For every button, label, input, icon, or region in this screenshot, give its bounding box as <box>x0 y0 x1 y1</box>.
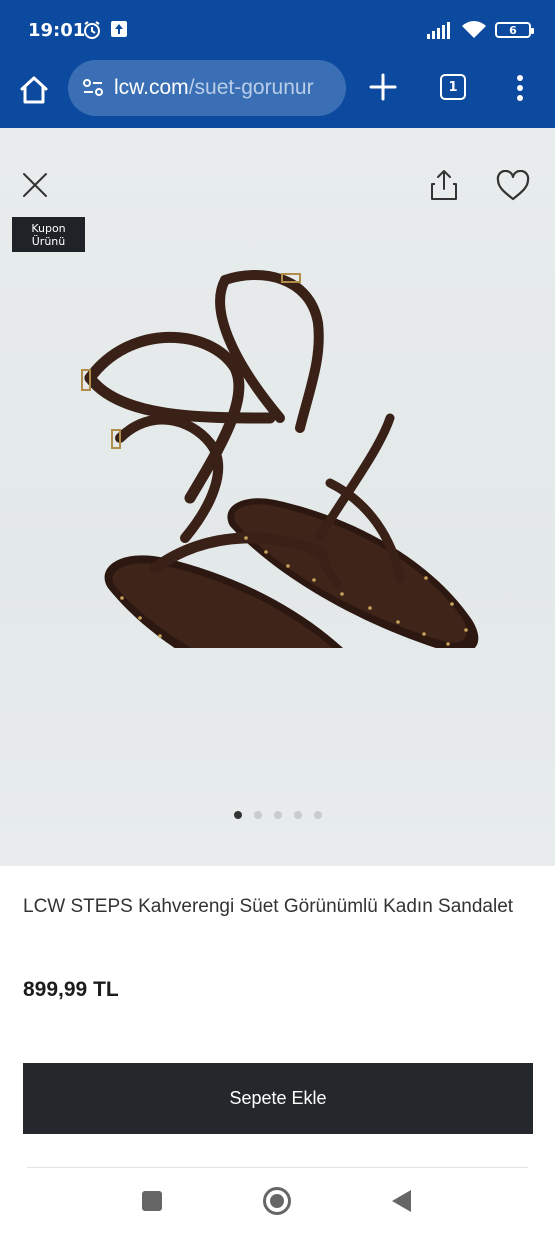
back-icon[interactable] <box>392 1190 411 1212</box>
gallery-dot[interactable] <box>273 811 282 819</box>
site-settings-icon[interactable] <box>82 77 104 99</box>
signal-icon <box>427 22 450 39</box>
status-time: 19:01 <box>28 20 86 41</box>
product-image-sandals <box>81 270 479 648</box>
wifi-icon <box>462 21 486 38</box>
recent-apps-icon[interactable] <box>142 1191 162 1211</box>
gallery-pagination <box>0 811 555 819</box>
home-icon[interactable] <box>18 74 50 106</box>
heart-icon[interactable] <box>496 170 530 202</box>
product-gallery[interactable]: Kupon Ürünü <box>0 128 555 866</box>
home-button-icon[interactable] <box>263 1187 291 1215</box>
address-bar[interactable]: lcw.com/suet-gorunur <box>68 60 346 116</box>
gallery-dot-active[interactable] <box>233 811 242 819</box>
new-tab-icon[interactable] <box>368 72 398 102</box>
gallery-dot[interactable] <box>253 811 262 819</box>
status-system-icons: 6 <box>427 20 534 40</box>
url-text: lcw.com/suet-gorunur <box>114 76 314 100</box>
share-icon[interactable] <box>428 168 460 202</box>
coupon-badge-line1: Kupon <box>31 221 66 235</box>
url-domain: lcw.com <box>114 76 189 99</box>
upload-notification-icon <box>111 21 127 37</box>
url-path: /suet-gorunur <box>188 76 314 99</box>
gallery-dot[interactable] <box>293 811 302 819</box>
status-bar: 19:01 6 <box>0 0 555 60</box>
add-to-cart-button[interactable]: Sepete Ekle <box>23 1063 533 1134</box>
system-nav-bar <box>0 1168 555 1235</box>
alarm-icon <box>84 21 100 39</box>
more-vert-icon[interactable] <box>512 74 528 102</box>
gallery-dot[interactable] <box>313 811 322 819</box>
browser-toolbar: lcw.com/suet-gorunur 1 <box>0 60 555 128</box>
product-price: 899,99 TL <box>23 978 119 1001</box>
coupon-badge-line2: Ürünü <box>31 234 66 248</box>
product-title: LCW STEPS Kahverengi Süet Görünümlü Kadı… <box>23 896 514 917</box>
coupon-badge: Kupon Ürünü <box>12 217 85 252</box>
status-notification-icons <box>82 20 128 40</box>
battery-icon: 6 <box>495 22 534 38</box>
close-icon[interactable] <box>22 172 48 198</box>
tab-switcher-button[interactable]: 1 <box>440 74 466 100</box>
